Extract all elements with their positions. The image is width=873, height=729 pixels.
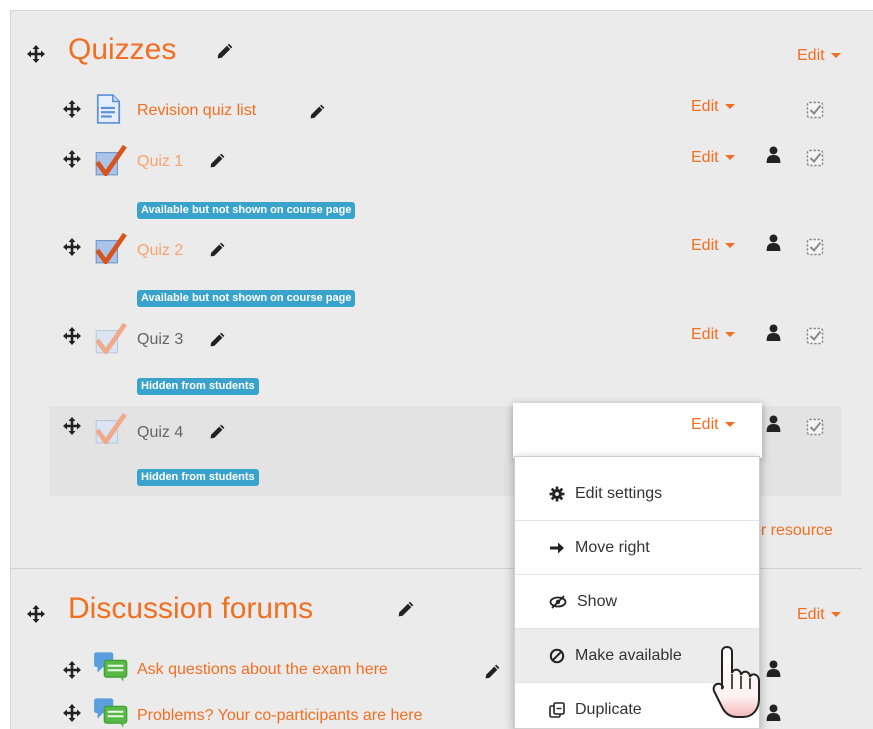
- completion-checkbox-icon[interactable]: [806, 149, 824, 167]
- section-edit-menu[interactable]: Edit: [797, 47, 841, 65]
- person-icon[interactable]: [766, 324, 781, 341]
- move-icon[interactable]: [62, 237, 82, 257]
- availability-badge: Available but not shown on course page: [137, 202, 356, 219]
- add-activity-link[interactable]: or resource: [752, 522, 833, 540]
- person-icon[interactable]: [766, 660, 781, 677]
- caret-down-icon: [830, 53, 841, 59]
- move-icon[interactable]: [62, 660, 82, 680]
- completion-checkbox-icon[interactable]: [806, 327, 824, 345]
- move-icon[interactable]: [26, 604, 46, 624]
- quiz-icon: [93, 321, 127, 355]
- arrow-right-icon: [550, 542, 564, 553]
- availability-badge: Available but not shown on course page: [137, 290, 356, 307]
- visibility-badge: Hidden from students: [137, 378, 259, 395]
- caret-down-icon: [724, 104, 735, 110]
- completion-checkbox-icon[interactable]: [806, 238, 824, 256]
- duplicate-icon: [549, 702, 565, 718]
- section-edit-menu[interactable]: Edit: [797, 606, 841, 624]
- activity-edit-menu[interactable]: Edit: [691, 237, 735, 255]
- activity-link-quiz-4[interactable]: Quiz 4: [137, 424, 183, 442]
- pencil-icon[interactable]: [209, 423, 226, 440]
- move-icon[interactable]: [26, 44, 46, 64]
- activity-edit-menu[interactable]: Edit: [691, 149, 735, 167]
- pencil-icon[interactable]: [309, 103, 326, 120]
- section-title-discussion-forums[interactable]: Discussion forums: [68, 594, 313, 624]
- move-icon[interactable]: [62, 326, 82, 346]
- pencil-icon[interactable]: [209, 241, 226, 258]
- caret-down-icon: [830, 612, 841, 618]
- activity-edit-menu[interactable]: Edit: [691, 326, 735, 344]
- activity-link-quiz-2[interactable]: Quiz 2: [137, 242, 183, 260]
- menu-item-edit-settings[interactable]: Edit settings: [515, 467, 759, 521]
- quiz-icon: [93, 411, 127, 445]
- pencil-icon[interactable]: [484, 663, 501, 680]
- activity-link-forum-exam-questions[interactable]: Ask questions about the exam here: [137, 661, 388, 679]
- pencil-icon[interactable]: [397, 600, 415, 618]
- quiz-icon: [93, 231, 127, 265]
- move-icon[interactable]: [62, 703, 82, 723]
- menu-item-move-right[interactable]: Move right: [515, 521, 759, 575]
- hand-pointer-cursor-icon: [712, 645, 760, 718]
- gear-icon: [549, 486, 565, 501]
- ban-icon: [549, 648, 565, 663]
- activity-link-revision-quiz-list[interactable]: Revision quiz list: [137, 102, 256, 120]
- quiz-icon: [93, 143, 127, 177]
- caret-down-icon: [724, 243, 735, 249]
- caret-down-icon: [724, 332, 735, 338]
- activity-link-forum-co-participants[interactable]: Problems? Your co-participants are here: [137, 707, 423, 725]
- caret-down-icon: [724, 155, 735, 161]
- person-icon[interactable]: [766, 415, 781, 432]
- section-title-quizzes[interactable]: Quizzes: [68, 35, 176, 65]
- move-icon[interactable]: [62, 416, 82, 436]
- visibility-badge: Hidden from students: [137, 469, 259, 486]
- person-icon[interactable]: [766, 234, 781, 251]
- eye-icon: [549, 594, 567, 609]
- person-icon[interactable]: [766, 146, 781, 163]
- completion-checkbox-icon[interactable]: [806, 418, 824, 436]
- page-icon: [95, 94, 122, 124]
- pencil-icon[interactable]: [209, 152, 226, 169]
- person-icon[interactable]: [766, 704, 781, 721]
- pencil-icon[interactable]: [216, 42, 234, 60]
- move-icon[interactable]: [62, 99, 82, 119]
- activity-edit-menu-open[interactable]: Edit: [691, 416, 735, 434]
- activity-link-quiz-1[interactable]: Quiz 1: [137, 153, 183, 171]
- pencil-icon[interactable]: [209, 331, 226, 348]
- activity-link-quiz-3[interactable]: Quiz 3: [137, 331, 183, 349]
- caret-down-icon: [724, 422, 735, 428]
- activity-edit-menu[interactable]: Edit: [691, 98, 735, 116]
- menu-item-show[interactable]: Show: [515, 575, 759, 629]
- completion-checkbox-icon[interactable]: [806, 101, 824, 119]
- forum-icon: [93, 651, 129, 683]
- forum-icon: [93, 697, 129, 729]
- move-icon[interactable]: [62, 149, 82, 169]
